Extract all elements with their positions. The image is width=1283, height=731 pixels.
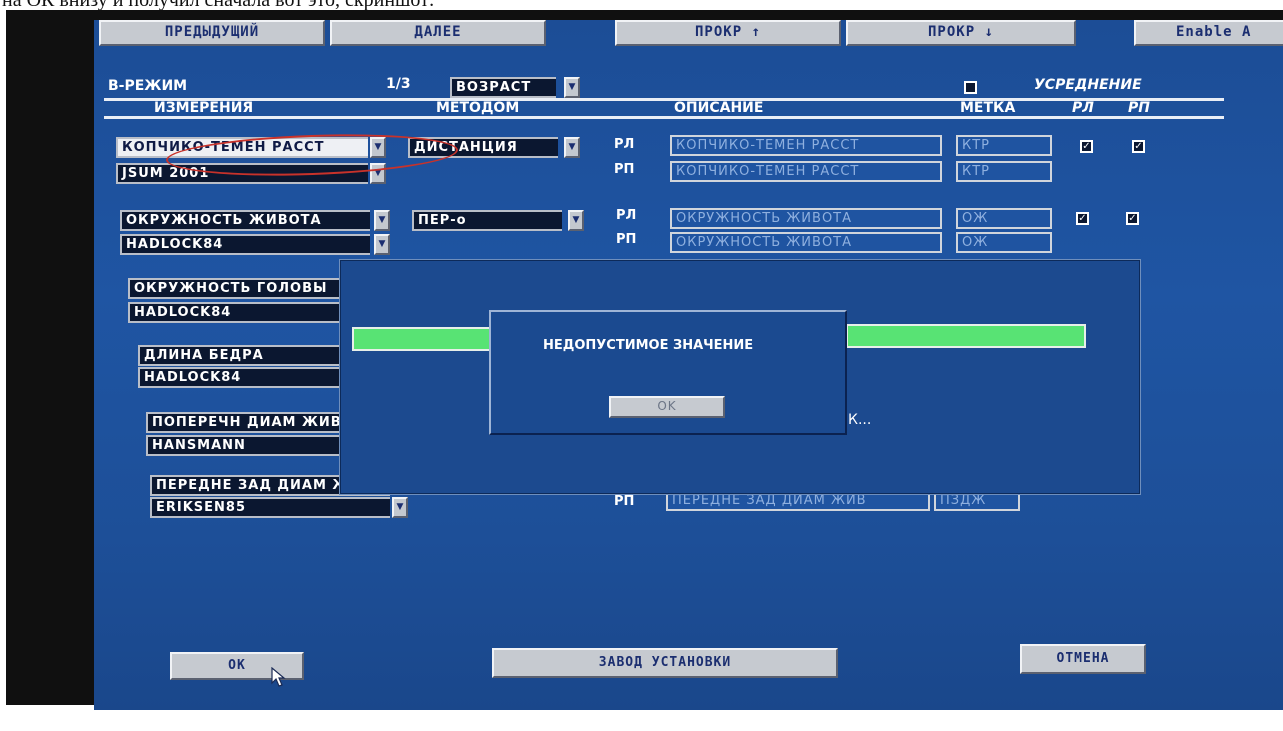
col-method: МЕТОДОМ	[436, 100, 520, 116]
scroll-up-button[interactable]: ПРОКР ↑	[615, 20, 841, 46]
description-field[interactable]: КОПЧИКО-ТЕМЕН РАССТ	[670, 161, 942, 182]
next-button[interactable]: ДАЛЕЕ	[330, 20, 546, 46]
type-select[interactable]: ВОЗРАСТ	[450, 77, 556, 98]
progress-bar-left	[352, 327, 492, 351]
error-dialog: НЕДОПУСТИМОЕ ЗНАЧЕНИЕ OK	[489, 310, 847, 435]
averaging-checkbox[interactable]	[964, 81, 977, 94]
side-label: РП	[614, 494, 635, 509]
tag-field[interactable]: ОЖ	[956, 232, 1052, 253]
error-message: НЕДОПУСТИМОЕ ЗНАЧЕНИЕ	[543, 338, 754, 353]
description-field[interactable]: КОПЧИКО-ТЕМЕН РАССТ	[670, 135, 942, 156]
author-select[interactable]: HADLOCK84	[120, 234, 370, 255]
author-select-arrow-icon[interactable]: ▼	[392, 497, 408, 518]
description-field[interactable]: ОКРУЖНОСТЬ ЖИВОТА	[670, 232, 942, 253]
tag-field[interactable]: ОЖ	[956, 208, 1052, 229]
dialog-ok-button[interactable]: OK	[609, 396, 725, 418]
rp-checkbox[interactable]: ✓	[1132, 140, 1145, 153]
header-top-rule	[104, 98, 1224, 101]
method-select-arrow-icon[interactable]: ▼	[568, 210, 584, 231]
rl-checkbox[interactable]: ✓	[1076, 212, 1089, 225]
description-field[interactable]: ОКРУЖНОСТЬ ЖИВОТА	[670, 208, 942, 229]
method-select[interactable]: ПЕР-о	[412, 210, 562, 231]
rl-checkbox[interactable]: ✓	[1080, 140, 1093, 153]
prev-button[interactable]: ПРЕДЫДУЩИЙ	[99, 20, 325, 46]
side-label: РП	[614, 162, 635, 177]
mode-title: B-РЕЖИМ	[108, 78, 188, 94]
cancel-button[interactable]: ОТМЕНА	[1020, 644, 1146, 674]
header-bottom-rule	[104, 116, 1224, 119]
enable-button[interactable]: Enable A	[1134, 20, 1283, 46]
side-label: РЛ	[614, 137, 635, 152]
author-select-arrow-icon[interactable]: ▼	[374, 234, 390, 255]
tag-field[interactable]: КТР	[956, 135, 1052, 156]
settings-screen: ПРЕДЫДУЩИЙ ДАЛЕЕ ПРОКР ↑ ПРОКР ↓ Enable …	[94, 20, 1283, 710]
type-select-arrow-icon[interactable]: ▼	[564, 77, 580, 98]
col-rl: РЛ	[1072, 100, 1094, 116]
measure-select-arrow-icon[interactable]: ▼	[374, 210, 390, 231]
col-rp: РП	[1128, 100, 1150, 116]
author-select[interactable]: ERIKSEN85	[150, 497, 390, 518]
measure-select[interactable]: ОКРУЖНОСТЬ ЖИВОТА	[120, 210, 370, 231]
scroll-down-button[interactable]: ПРОКР ↓	[846, 20, 1076, 46]
rp-checkbox[interactable]: ✓	[1126, 212, 1139, 225]
side-label: РЛ	[616, 208, 637, 223]
page-indicator: 1/3	[386, 76, 411, 92]
factory-settings-button[interactable]: ЗАВОД УСТАНОВКИ	[492, 648, 838, 678]
method-select-arrow-icon[interactable]: ▼	[564, 137, 580, 158]
averaging-label: УСРЕДНЕНИЕ	[1034, 77, 1142, 93]
progress-text: К...	[848, 412, 872, 428]
monitor-bezel: ПРЕДЫДУЩИЙ ДАЛЕЕ ПРОКР ↑ ПРОКР ↓ Enable …	[6, 10, 1283, 710]
tag-field[interactable]: КТР	[956, 161, 1052, 182]
col-measurements: ИЗМЕРЕНИЯ	[154, 100, 254, 116]
col-description: ОПИСАНИЕ	[674, 100, 764, 116]
col-label: МЕТКА	[960, 100, 1016, 116]
mouse-pointer-icon	[271, 667, 286, 687]
progress-bar-right	[846, 324, 1086, 348]
side-label: РП	[616, 232, 637, 247]
